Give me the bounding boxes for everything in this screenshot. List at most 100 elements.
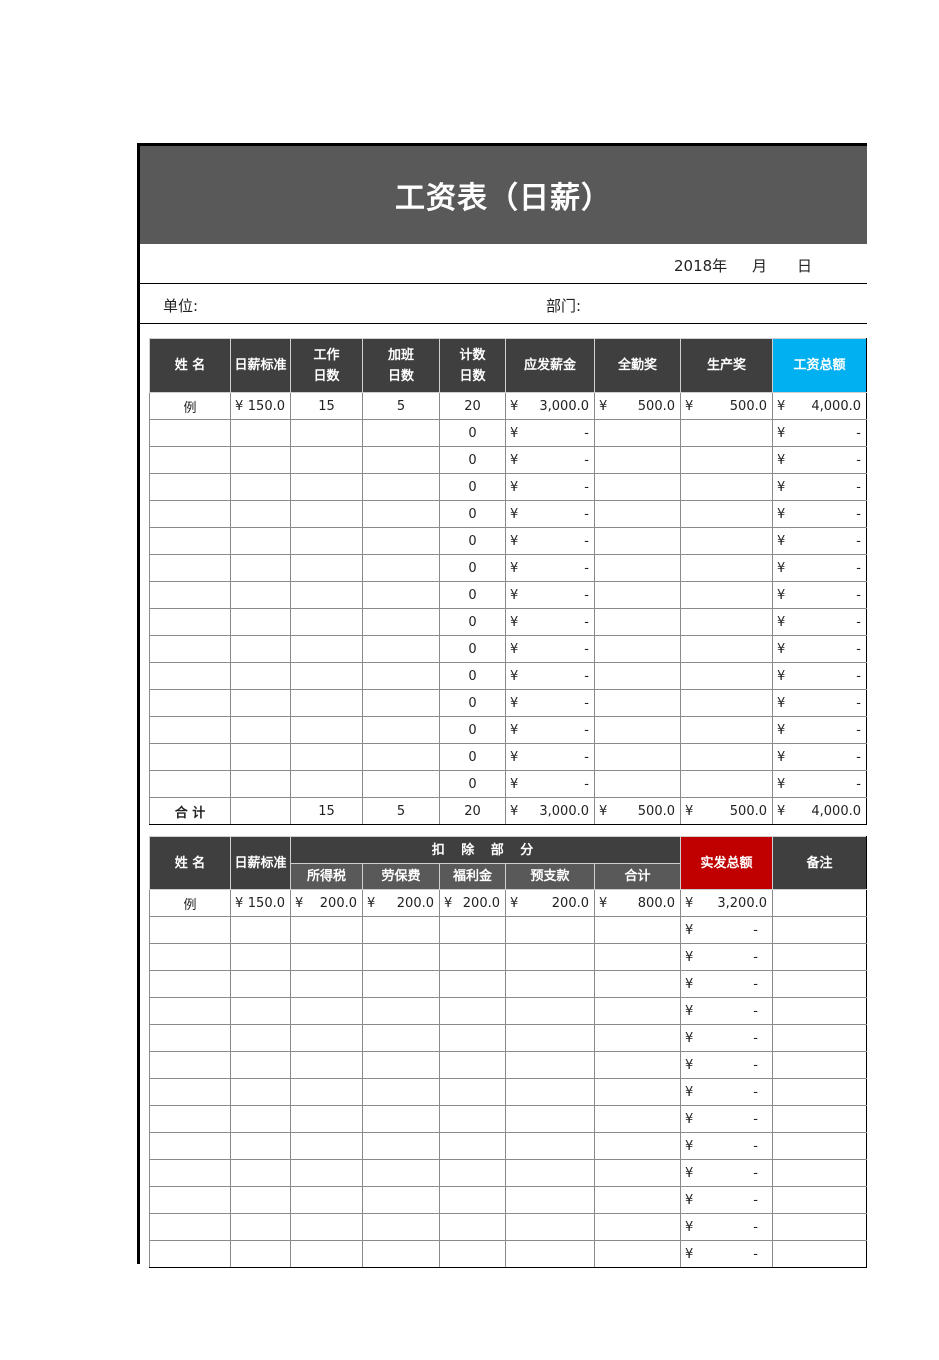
cell-income-tax[interactable] [290, 1159, 363, 1187]
cell-attendance-bonus[interactable] [594, 527, 681, 555]
cell-overtime-days[interactable] [362, 554, 440, 582]
cell-net-total[interactable]: ¥ - [680, 1186, 773, 1214]
cell-total[interactable]: ¥ - [772, 662, 867, 690]
cell-production-bonus[interactable] [680, 473, 773, 501]
cell-count-days[interactable]: 0 [439, 473, 506, 501]
total-work-days[interactable]: 15 [290, 797, 363, 825]
cell-daily-rate[interactable] [230, 419, 291, 447]
cell-production-bonus[interactable] [680, 662, 773, 690]
cell-labor-insurance[interactable] [362, 1132, 440, 1160]
cell-name[interactable] [149, 770, 231, 798]
cell-net-total[interactable]: ¥ - [680, 1213, 773, 1241]
cell-name[interactable] [149, 1078, 231, 1106]
cell-name[interactable] [149, 500, 231, 528]
cell-gross-pay[interactable]: ¥3,000.0 [505, 392, 595, 420]
cell-net-total[interactable]: ¥ - [680, 1024, 773, 1052]
cell-daily-rate[interactable] [230, 581, 291, 609]
cell-daily-rate[interactable] [230, 770, 291, 798]
cell-income-tax[interactable]: ¥200.0 [290, 889, 363, 917]
cell-gross-pay[interactable]: ¥ - [505, 419, 595, 447]
cell-labor-insurance[interactable] [362, 970, 440, 998]
cell-daily-rate[interactable] [230, 1105, 291, 1133]
cell-advance[interactable] [505, 997, 595, 1025]
cell-name[interactable] [149, 527, 231, 555]
cell-daily-rate[interactable] [230, 662, 291, 690]
cell-remarks[interactable] [772, 1186, 867, 1214]
cell-net-total[interactable]: ¥ - [680, 916, 773, 944]
cell-daily-rate[interactable] [230, 1132, 291, 1160]
cell-gross-pay[interactable]: ¥ - [505, 689, 595, 717]
cell-name[interactable] [149, 1024, 231, 1052]
cell-labor-insurance[interactable] [362, 997, 440, 1025]
cell-welfare[interactable] [439, 1240, 506, 1268]
cell-total[interactable]: ¥ - [772, 500, 867, 528]
cell-remarks[interactable] [772, 1240, 867, 1268]
cell-gross-pay[interactable]: ¥ - [505, 770, 595, 798]
cell-total[interactable]: ¥ - [772, 635, 867, 663]
cell-name[interactable] [149, 1213, 231, 1241]
cell-attendance-bonus[interactable] [594, 500, 681, 528]
cell-daily-rate[interactable] [230, 689, 291, 717]
cell-name[interactable] [149, 581, 231, 609]
cell-daily-rate[interactable] [230, 446, 291, 474]
cell-attendance-bonus[interactable] [594, 554, 681, 582]
cell-total[interactable]: ¥ - [772, 419, 867, 447]
cell-advance[interactable] [505, 1132, 595, 1160]
cell-welfare[interactable] [439, 1051, 506, 1079]
cell-total[interactable]: ¥ - [772, 473, 867, 501]
cell-attendance-bonus[interactable] [594, 743, 681, 771]
cell-name[interactable]: 例 [149, 889, 231, 917]
cell-count-days[interactable]: 0 [439, 743, 506, 771]
cell-daily-rate[interactable] [230, 743, 291, 771]
cell-name[interactable] [149, 662, 231, 690]
cell-production-bonus[interactable] [680, 770, 773, 798]
cell-remarks[interactable] [772, 889, 867, 917]
cell-net-total[interactable]: ¥3,200.0 [680, 889, 773, 917]
cell-subtotal[interactable] [594, 916, 681, 944]
cell-income-tax[interactable] [290, 1024, 363, 1052]
cell-daily-rate[interactable] [230, 608, 291, 636]
cell-labor-insurance[interactable] [362, 1213, 440, 1241]
cell-subtotal[interactable] [594, 943, 681, 971]
cell-daily-rate[interactable] [230, 1186, 291, 1214]
cell-gross-pay[interactable]: ¥ - [505, 581, 595, 609]
cell-daily-rate[interactable] [230, 1024, 291, 1052]
total-count-days[interactable]: 20 [439, 797, 506, 825]
cell-income-tax[interactable] [290, 970, 363, 998]
cell-daily-rate[interactable] [230, 970, 291, 998]
cell-advance[interactable] [505, 970, 595, 998]
cell-overtime-days[interactable] [362, 743, 440, 771]
cell-attendance-bonus[interactable] [594, 635, 681, 663]
cell-income-tax[interactable] [290, 1051, 363, 1079]
cell-overtime-days[interactable] [362, 527, 440, 555]
cell-name[interactable] [149, 970, 231, 998]
cell-advance[interactable] [505, 1105, 595, 1133]
cell-name[interactable] [149, 916, 231, 944]
cell-overtime-days[interactable] [362, 770, 440, 798]
cell-name[interactable] [149, 473, 231, 501]
cell-production-bonus[interactable] [680, 581, 773, 609]
cell-gross-pay[interactable]: ¥ - [505, 446, 595, 474]
cell-production-bonus[interactable] [680, 716, 773, 744]
cell-count-days[interactable]: 0 [439, 554, 506, 582]
cell-net-total[interactable]: ¥ - [680, 970, 773, 998]
cell-attendance-bonus[interactable] [594, 716, 681, 744]
cell-attendance-bonus[interactable] [594, 446, 681, 474]
cell-daily-rate[interactable] [230, 1159, 291, 1187]
cell-work-days[interactable] [290, 635, 363, 663]
cell-work-days[interactable] [290, 743, 363, 771]
cell-name[interactable] [149, 1105, 231, 1133]
cell-overtime-days[interactable] [362, 581, 440, 609]
cell-advance[interactable] [505, 1240, 595, 1268]
cell-subtotal[interactable] [594, 1105, 681, 1133]
cell-advance[interactable] [505, 1186, 595, 1214]
cell-advance[interactable] [505, 1159, 595, 1187]
cell-attendance-bonus[interactable]: ¥500.0 [594, 392, 681, 420]
cell-remarks[interactable] [772, 916, 867, 944]
total-attendance-bonus[interactable]: ¥500.0 [594, 797, 681, 825]
cell-remarks[interactable] [772, 1159, 867, 1187]
cell-production-bonus[interactable]: ¥500.0 [680, 392, 773, 420]
cell-overtime-days[interactable] [362, 635, 440, 663]
cell-overtime-days[interactable] [362, 716, 440, 744]
cell-labor-insurance[interactable] [362, 1024, 440, 1052]
